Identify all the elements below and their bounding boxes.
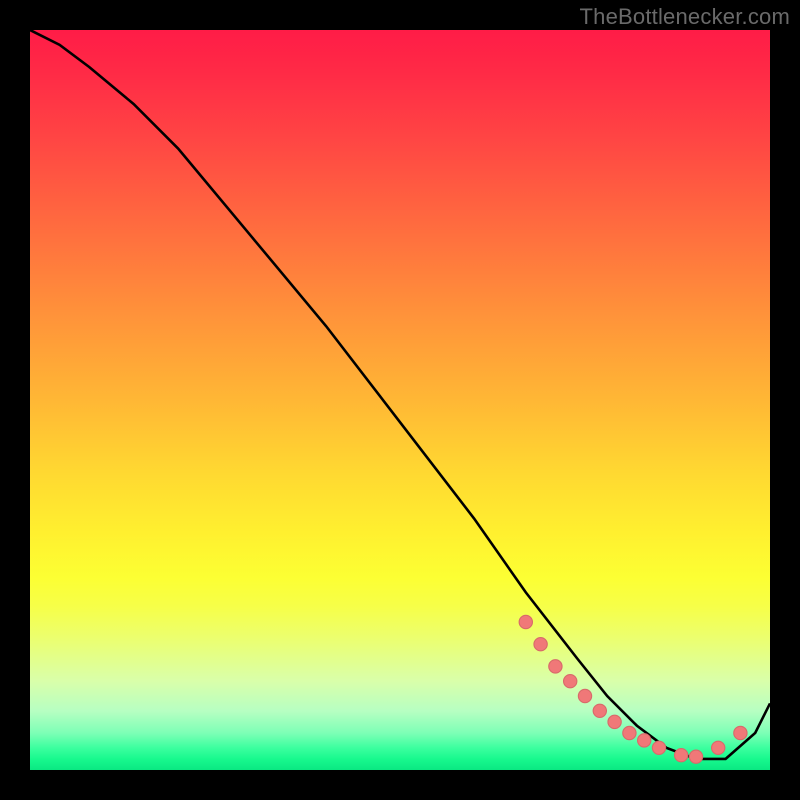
marker-dot	[534, 638, 547, 651]
marker-dot	[675, 749, 688, 762]
marker-dot	[608, 715, 621, 728]
marker-dot	[564, 675, 577, 688]
marker-dot	[638, 734, 651, 747]
chart-frame: TheBottlenecker.com	[0, 0, 800, 800]
marker-dot	[712, 741, 725, 754]
marker-dot	[734, 726, 747, 739]
marker-dot	[549, 660, 562, 673]
marker-dot	[519, 615, 532, 628]
marker-dot	[689, 750, 702, 763]
optimal-range-dots	[30, 30, 770, 770]
marker-dot	[578, 689, 591, 702]
marker-dot	[593, 704, 606, 717]
marker-dot	[623, 726, 636, 739]
marker-dot	[652, 741, 665, 754]
watermark-text: TheBottlenecker.com	[580, 4, 790, 30]
